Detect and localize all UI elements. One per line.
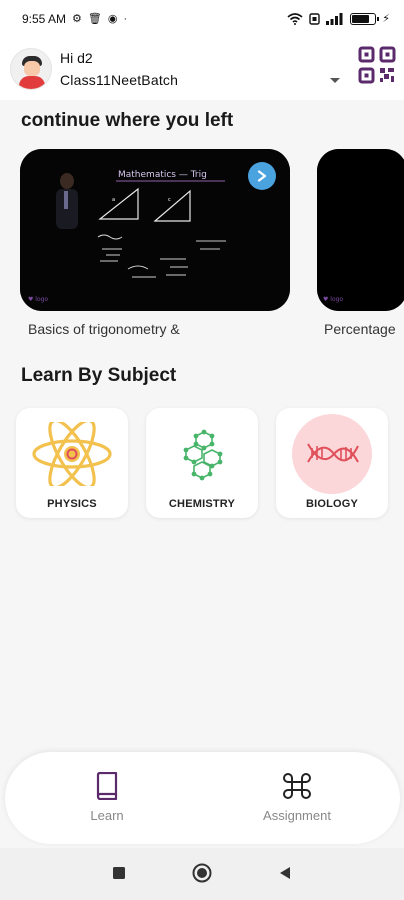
bottom-navigation: Learn Assignment (5, 752, 400, 844)
subject-card-biology[interactable]: BIOLOGY (276, 408, 388, 518)
video-caption[interactable]: Percentage (324, 321, 396, 337)
batch-selector[interactable]: Class11NeetBatch (60, 72, 340, 88)
batch-name: Class11NeetBatch (60, 72, 179, 88)
atom-icon (32, 422, 112, 486)
book-icon (96, 772, 118, 800)
charging-icon: ⚡ (382, 12, 390, 25)
svg-text:Mathematics — Trig: Mathematics — Trig (118, 170, 207, 180)
command-icon (283, 773, 311, 799)
learn-by-subject-title: Learn By Subject (21, 365, 177, 386)
app-header: Hi d2 Class11NeetBatch (0, 38, 404, 100)
subject-label: PHYSICS (47, 498, 97, 510)
trash-icon: 🗑 (87, 12, 102, 25)
nav-label: Assignment (263, 808, 331, 823)
video-card[interactable]: Mathematics — Trig a c ♥ logo (20, 149, 290, 311)
settings-gear-icon: ⚙ (72, 12, 82, 25)
dna-icon (292, 414, 372, 494)
nav-label: Learn (90, 808, 124, 823)
nav-learn[interactable]: Learn (47, 772, 167, 823)
subject-card-chemistry[interactable]: CHEMISTRY (146, 408, 258, 518)
video-card[interactable]: ♥ logo (317, 149, 404, 311)
app-notification-icon: ◉ (107, 12, 118, 25)
molecule-icon (183, 429, 223, 481)
wifi-icon (287, 13, 303, 25)
subject-card-physics[interactable]: PHYSICS (16, 408, 128, 518)
recent-apps-icon[interactable] (112, 866, 126, 880)
subject-label: BIOLOGY (305, 498, 359, 510)
video-thumbnail: ♥ logo (317, 149, 404, 311)
back-icon[interactable] (278, 866, 292, 880)
status-bar: 9:55 AM ⚙ 🗑 ◉ · ⚡ (0, 0, 404, 38)
svg-text:♥ logo: ♥ logo (323, 296, 343, 303)
svg-text:♥ logo: ♥ logo (28, 296, 48, 303)
play-icon[interactable] (248, 162, 276, 190)
status-time: 9:55 AM (22, 12, 67, 26)
home-icon[interactable] (192, 863, 212, 883)
status-dot: · (123, 12, 128, 25)
qr-code-icon[interactable] (358, 46, 396, 84)
sim-icon (309, 13, 320, 25)
svg-text:c: c (168, 197, 171, 203)
video-caption[interactable]: Basics of trigonometry & (28, 321, 180, 337)
signal-icon (326, 13, 343, 25)
nav-assignment[interactable]: Assignment (237, 772, 357, 823)
battery-icon (350, 13, 380, 25)
greeting-text: Hi d2 (60, 50, 93, 66)
chevron-down-icon[interactable] (330, 77, 340, 83)
user-avatar-icon[interactable] (10, 48, 52, 90)
system-navigation-bar (0, 848, 404, 900)
svg-text:a: a (112, 197, 115, 203)
continue-section-title: continue where you left (21, 110, 234, 131)
subject-label: CHEMISTRY (168, 498, 236, 510)
